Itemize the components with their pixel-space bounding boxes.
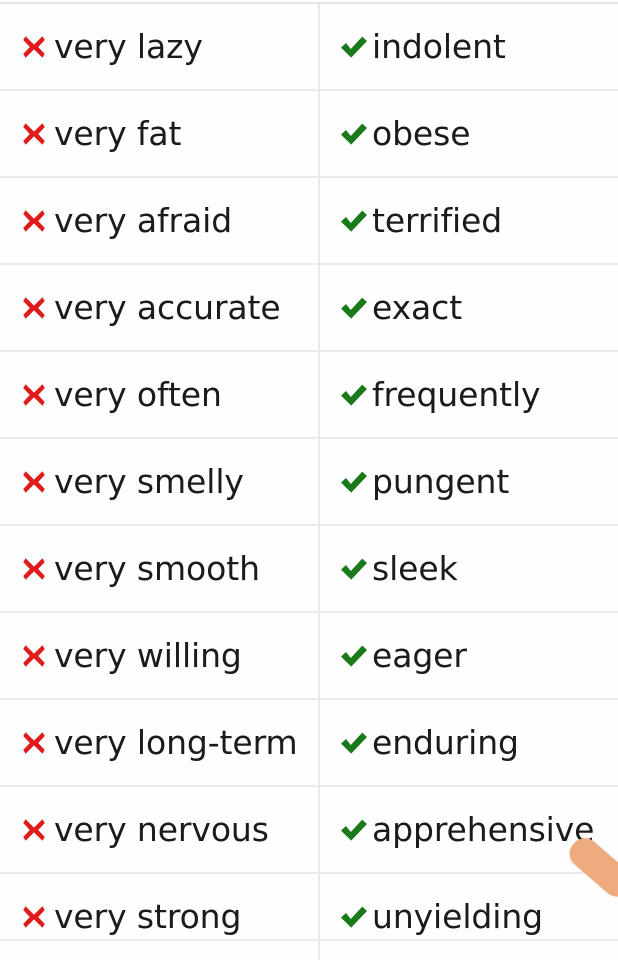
table-row: very long-term enduring [0, 698, 618, 786]
cell-preferred-word: indolent [319, 4, 618, 90]
cross-mark-icon [19, 119, 49, 149]
cell-avoid-phrase: very afraid [0, 176, 320, 264]
cell-avoid-phrase: very lazy [0, 4, 320, 90]
cell-preferred-word: obese [319, 89, 618, 177]
preferred-word-label: indolent [372, 27, 506, 66]
cell-preferred-word: exact [319, 263, 618, 351]
cell-avoid-phrase: very nervous [0, 785, 320, 873]
cell-preferred-word: sleek [319, 524, 618, 612]
cross-mark-icon [19, 641, 49, 671]
avoid-phrase-label: very accurate [54, 288, 281, 327]
preferred-word-label: enduring [372, 723, 519, 762]
check-mark-icon [339, 902, 369, 932]
avoid-phrase-label: very smooth [54, 549, 260, 588]
cell-preferred-word: terrified [319, 176, 618, 264]
check-mark-icon [339, 119, 369, 149]
preferred-word-label: sleek [372, 549, 458, 588]
table-body: very lazy indolent very fat obese very afrai… [0, 4, 618, 959]
cell-avoid-phrase: very fat [0, 89, 320, 177]
check-mark-icon [339, 293, 369, 323]
avoid-phrase-label: very willing [54, 636, 242, 675]
preferred-word-label: terrified [372, 201, 503, 240]
check-mark-icon [339, 641, 369, 671]
table-row: very accurate exact [0, 263, 618, 351]
preferred-word-label: eager [372, 636, 467, 675]
table-row: very smelly pungent [0, 437, 618, 525]
check-mark-icon [339, 815, 369, 845]
cross-mark-icon [19, 380, 49, 410]
cell-avoid-phrase: very often [0, 350, 320, 438]
avoid-phrase-label: very strong [54, 897, 242, 936]
table-row: very lazy indolent [0, 4, 618, 90]
preferred-word-label: obese [372, 114, 471, 153]
check-mark-icon [339, 206, 369, 236]
cell-avoid-phrase: very willing [0, 611, 320, 699]
preferred-word-label: exact [372, 288, 463, 327]
cell-preferred-word: enduring [319, 698, 618, 786]
avoid-phrase-label: very often [54, 375, 222, 414]
preferred-word-label: pungent [372, 462, 510, 501]
avoid-phrase-label: very smelly [54, 462, 244, 501]
table-row: very nervous apprehensive [0, 785, 618, 873]
table-row: very smooth sleek [0, 524, 618, 612]
cell-preferred-word: eager [319, 611, 618, 699]
check-mark-icon [339, 32, 369, 62]
column-divider [318, 941, 320, 960]
cross-mark-icon [19, 467, 49, 497]
avoid-phrase-label: very fat [54, 114, 182, 153]
cell-avoid-phrase: very smooth [0, 524, 320, 612]
cross-mark-icon [19, 293, 49, 323]
check-mark-icon [339, 728, 369, 758]
table-row: very willing eager [0, 611, 618, 699]
table-row-partial [0, 939, 618, 960]
cross-mark-icon [19, 902, 49, 932]
cross-mark-icon [19, 206, 49, 236]
cell-preferred-word: frequently [319, 350, 618, 438]
preferred-word-label: frequently [372, 375, 541, 414]
avoid-phrase-label: very nervous [54, 810, 269, 849]
cell-avoid-phrase: very long-term [0, 698, 320, 786]
cell-avoid-phrase: very smelly [0, 437, 320, 525]
table-row: very fat obese [0, 89, 618, 177]
check-mark-icon [339, 380, 369, 410]
cross-mark-icon [19, 554, 49, 584]
cell-preferred-word: pungent [319, 437, 618, 525]
cross-mark-icon [19, 728, 49, 758]
cross-mark-icon [19, 815, 49, 845]
table-row: very afraid terrified [0, 176, 618, 264]
avoid-phrase-label: very lazy [54, 27, 203, 66]
avoid-phrase-label: very long-term [54, 723, 298, 762]
avoid-phrase-label: very afraid [54, 201, 233, 240]
check-mark-icon [339, 554, 369, 584]
comparison-table-page: very lazy indolent very fat obese very afrai… [0, 0, 618, 960]
preferred-word-label: apprehensive [372, 810, 595, 849]
synonym-comparison-table: very lazy indolent very fat obese very afrai… [0, 4, 618, 959]
table-row: very often frequently [0, 350, 618, 438]
check-mark-icon [339, 467, 369, 497]
cross-mark-icon [19, 32, 49, 62]
preferred-word-label: unyielding [372, 897, 543, 936]
cell-avoid-phrase: very accurate [0, 263, 320, 351]
